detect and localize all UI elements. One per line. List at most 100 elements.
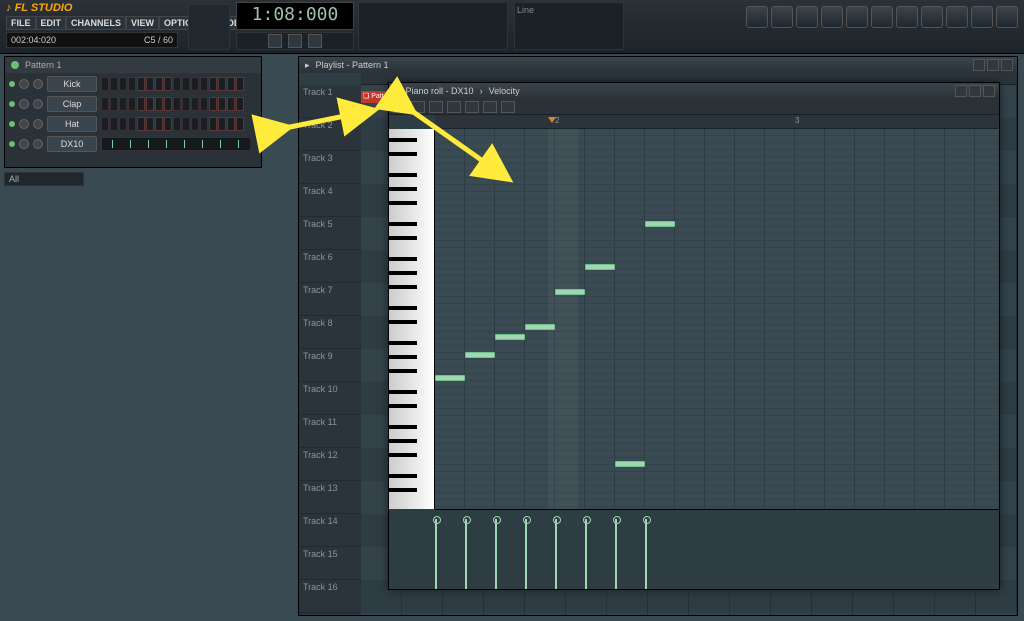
piano-roll-grid[interactable]	[435, 129, 999, 509]
shortcut-11[interactable]	[996, 6, 1018, 28]
step-cell[interactable]	[191, 77, 199, 91]
tool-paint-icon[interactable]	[411, 101, 425, 113]
menu-view[interactable]: VIEW	[126, 16, 159, 30]
playlist-track-header[interactable]: Track 4	[299, 184, 361, 217]
playlist-track-header[interactable]: Track 3	[299, 151, 361, 184]
record-button[interactable]	[308, 34, 322, 48]
piano-keyboard[interactable]	[389, 129, 435, 509]
velocity-bar[interactable]	[645, 519, 647, 589]
channel-pan-knob[interactable]	[19, 139, 29, 149]
channel-led-icon[interactable]	[9, 121, 15, 127]
step-cell[interactable]	[101, 97, 109, 111]
midi-note[interactable]	[525, 324, 555, 330]
tool-draw-icon[interactable]	[393, 101, 407, 113]
browser-filter[interactable]: All	[4, 172, 84, 186]
velocity-bar[interactable]	[585, 519, 587, 589]
step-cell[interactable]	[119, 77, 127, 91]
channel-led-icon[interactable]	[9, 101, 15, 107]
step-cell[interactable]	[146, 97, 154, 111]
step-cell[interactable]	[101, 77, 109, 91]
black-key[interactable]	[389, 425, 417, 429]
step-cell[interactable]	[227, 77, 235, 91]
channel-rack-title[interactable]: Pattern 1	[5, 57, 261, 73]
channel-rack-window[interactable]: Pattern 1 Kick Clap Hat DX10	[4, 56, 262, 168]
playlist-min-icon[interactable]	[973, 59, 985, 71]
step-cell[interactable]	[191, 117, 199, 131]
step-cell[interactable]	[173, 97, 181, 111]
channel-vol-knob[interactable]	[33, 79, 43, 89]
velocity-bar[interactable]	[435, 519, 437, 589]
piano-roll-window[interactable]: ▸Piano roll - DX10›Velocity 2 3	[388, 82, 1000, 590]
step-cell[interactable]	[128, 117, 136, 131]
tempo-panel[interactable]	[358, 2, 508, 50]
playlist-track-header[interactable]: Track 1	[299, 85, 361, 118]
channel-row[interactable]: Hat	[9, 115, 257, 133]
black-key[interactable]	[389, 390, 417, 394]
playlist-track-header[interactable]: Track 5	[299, 217, 361, 250]
step-cell[interactable]	[128, 77, 136, 91]
channel-pan-knob[interactable]	[19, 79, 29, 89]
black-key[interactable]	[389, 488, 417, 492]
pianoroll-close-icon[interactable]	[983, 85, 995, 97]
shortcut-browser[interactable]	[821, 6, 843, 28]
velocity-bar[interactable]	[465, 519, 467, 589]
tool-play-icon[interactable]	[501, 101, 515, 113]
step-cell[interactable]	[137, 77, 145, 91]
channel-vol-knob[interactable]	[33, 99, 43, 109]
step-cell[interactable]	[182, 117, 190, 131]
step-cell[interactable]	[200, 117, 208, 131]
channel-name-button[interactable]: Clap	[47, 96, 97, 112]
step-cell[interactable]	[155, 117, 163, 131]
channel-led-icon[interactable]	[9, 141, 15, 147]
shortcut-10[interactable]	[971, 6, 993, 28]
step-cell[interactable]	[209, 77, 217, 91]
velocity-bar[interactable]	[615, 519, 617, 589]
midi-note[interactable]	[435, 375, 465, 381]
midi-note[interactable]	[555, 289, 585, 295]
step-cell[interactable]	[110, 97, 118, 111]
black-key[interactable]	[389, 187, 417, 191]
channel-row[interactable]: DX10	[9, 135, 257, 153]
black-key[interactable]	[389, 341, 417, 345]
channel-vol-knob[interactable]	[33, 139, 43, 149]
shortcut-9[interactable]	[946, 6, 968, 28]
step-cell[interactable]	[200, 97, 208, 111]
step-cell[interactable]	[146, 117, 154, 131]
black-key[interactable]	[389, 285, 417, 289]
midi-note[interactable]	[495, 334, 525, 340]
pianoroll-max-icon[interactable]	[969, 85, 981, 97]
black-key[interactable]	[389, 404, 417, 408]
channel-row[interactable]: Clap	[9, 95, 257, 113]
velocity-bar[interactable]	[495, 519, 497, 589]
step-cell[interactable]	[227, 97, 235, 111]
playlist-close-icon[interactable]	[1001, 59, 1013, 71]
playlist-track-header[interactable]: Track 9	[299, 349, 361, 382]
step-sequencer[interactable]	[101, 97, 244, 111]
tool-erase-icon[interactable]	[429, 101, 443, 113]
midi-note[interactable]	[585, 264, 615, 270]
midi-note[interactable]	[645, 221, 675, 227]
playlist-track-header[interactable]: Track 7	[299, 283, 361, 316]
channel-vol-knob[interactable]	[33, 119, 43, 129]
snap-panel[interactable]: Line	[514, 2, 624, 50]
black-key[interactable]	[389, 201, 417, 205]
black-key[interactable]	[389, 152, 417, 156]
shortcut-channelrack[interactable]	[771, 6, 793, 28]
black-key[interactable]	[389, 355, 417, 359]
playlist-track-header[interactable]: Track 10	[299, 382, 361, 415]
piano-roll-titlebar[interactable]: ▸Piano roll - DX10›Velocity	[389, 83, 999, 99]
step-sequencer[interactable]	[101, 77, 244, 91]
step-sequencer[interactable]	[101, 117, 244, 131]
step-cell[interactable]	[182, 97, 190, 111]
menu-channels[interactable]: CHANNELS	[66, 16, 126, 30]
playlist-track-header[interactable]: Track 6	[299, 250, 361, 283]
piano-roll-ruler[interactable]: 2 3	[435, 115, 999, 129]
midi-note[interactable]	[615, 461, 645, 467]
step-cell[interactable]	[209, 97, 217, 111]
step-cell[interactable]	[173, 77, 181, 91]
channel-pan-knob[interactable]	[19, 119, 29, 129]
black-key[interactable]	[389, 306, 417, 310]
shortcut-8[interactable]	[921, 6, 943, 28]
step-cell[interactable]	[110, 117, 118, 131]
step-cell[interactable]	[218, 117, 226, 131]
